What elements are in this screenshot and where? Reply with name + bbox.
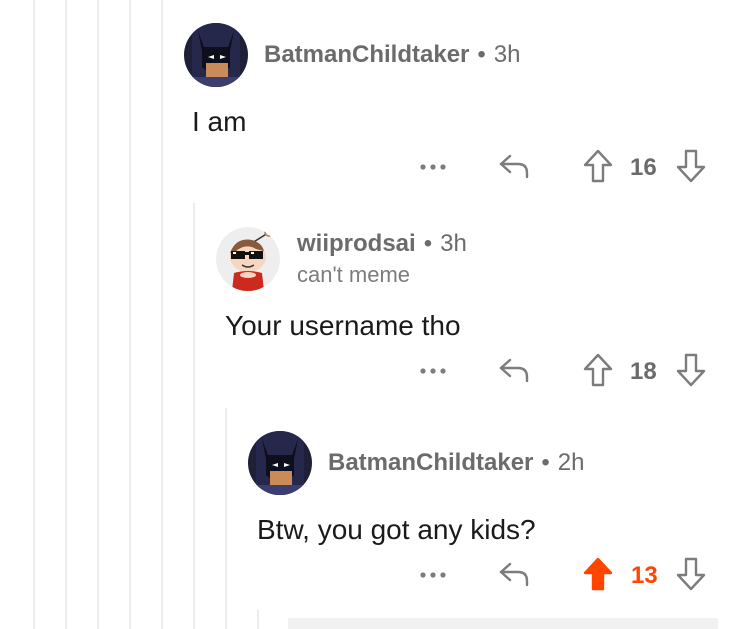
more-options-button[interactable] bbox=[416, 558, 450, 592]
batman-avatar-icon bbox=[248, 431, 312, 495]
downvote-button[interactable] bbox=[673, 555, 709, 593]
upvote-button[interactable] bbox=[580, 555, 616, 593]
next-comment-preview[interactable] bbox=[288, 618, 718, 629]
upvote-arrow-icon bbox=[583, 557, 613, 591]
comment-body: Btw, you got any kids? bbox=[257, 514, 536, 545]
avatar[interactable] bbox=[248, 431, 312, 495]
comment-age: 2h bbox=[557, 449, 585, 476]
more-options-icon bbox=[420, 572, 446, 578]
reply-button[interactable] bbox=[496, 556, 532, 592]
comment: BatmanChildtaker • 2h Btw, you got any kid… bbox=[0, 0, 750, 610]
vote-score: 13 bbox=[631, 562, 658, 589]
reply-arrow-icon bbox=[499, 562, 529, 587]
downvote-arrow-icon bbox=[676, 557, 706, 591]
thread-line[interactable] bbox=[257, 610, 259, 629]
comment-meta: BatmanChildtaker • 2h bbox=[328, 449, 585, 477]
author-name[interactable]: BatmanChildtaker bbox=[328, 449, 533, 476]
meta-separator: • bbox=[541, 449, 550, 476]
